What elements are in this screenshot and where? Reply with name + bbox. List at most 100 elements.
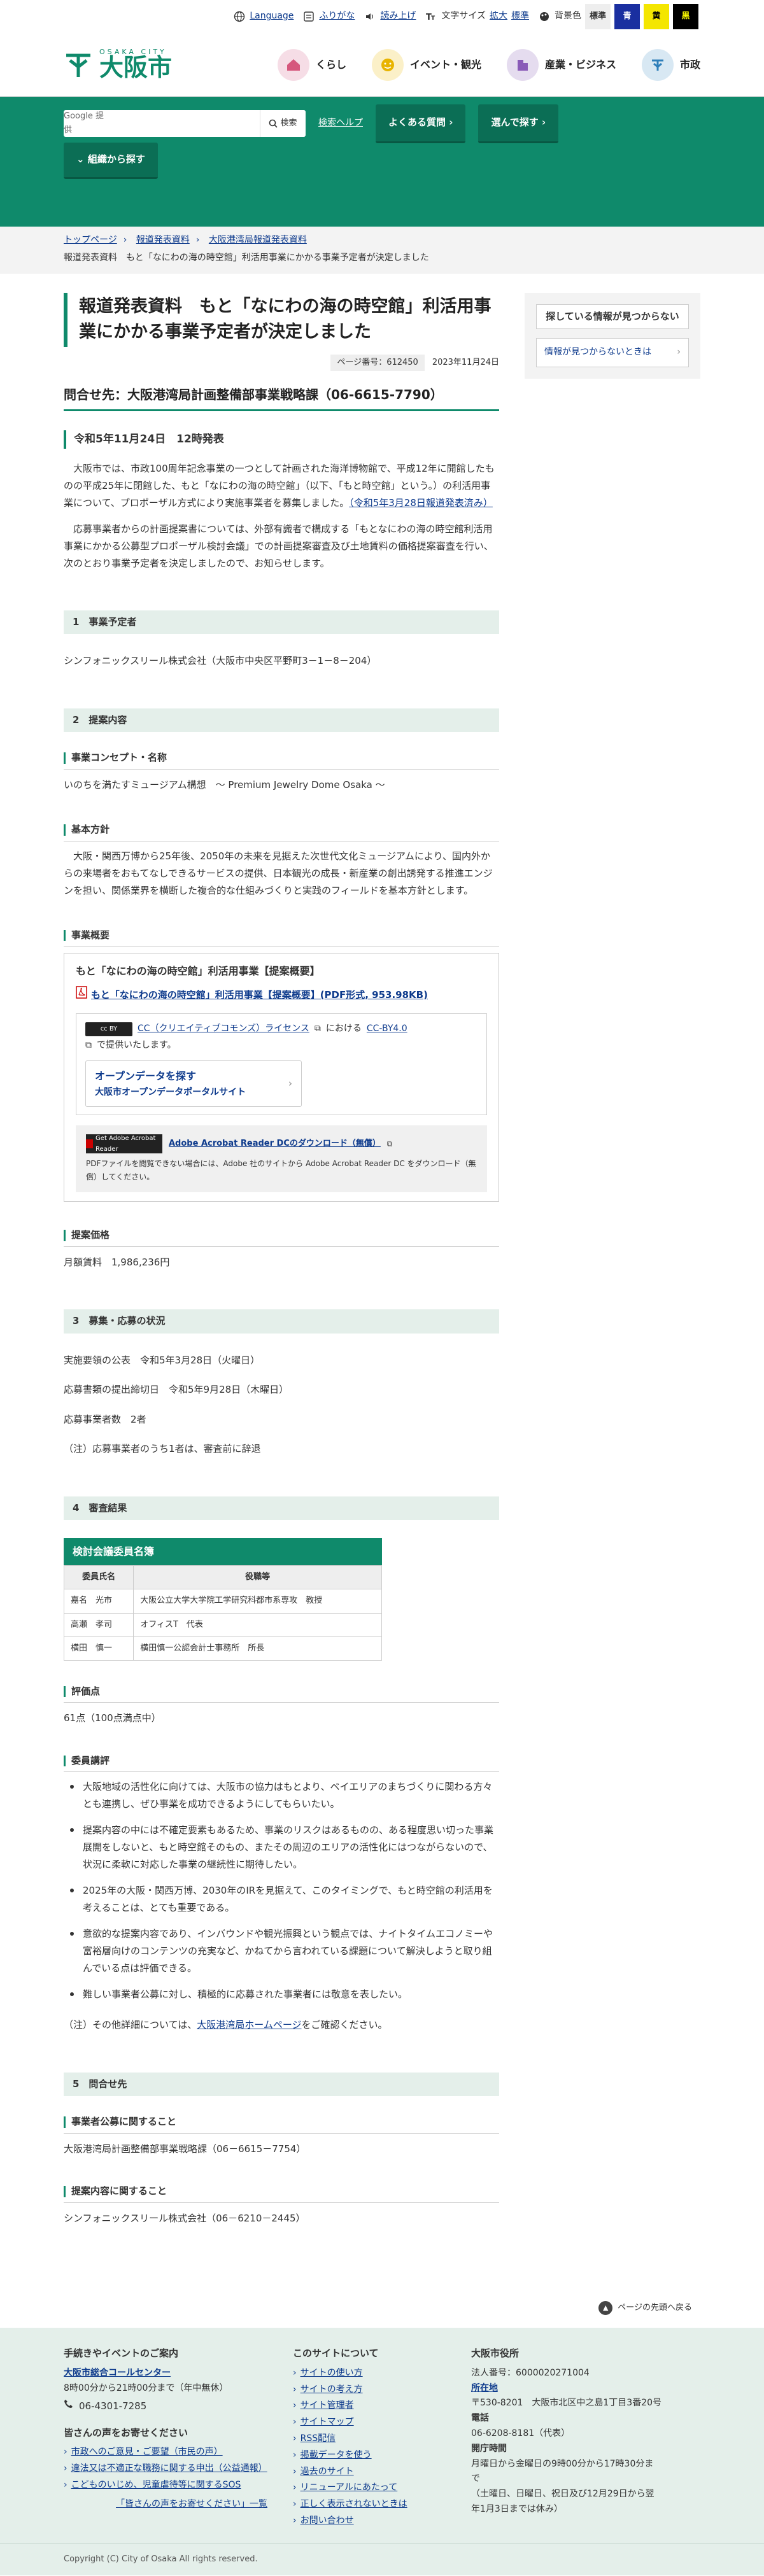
not-found-label: 情報が見つからないときは	[544, 347, 651, 358]
gnav-label: 産業・ビジネス	[544, 58, 616, 71]
about-links: サイトの使い方 サイトの考え方 サイト管理者 サイトマップ RSS配信 掲載デー…	[293, 2366, 446, 2529]
closed-days: （土曜日、日曜日、祝日及び12月29日から翌年1月3日までは休み）	[471, 2489, 654, 2514]
about-link[interactable]: サイトの使い方	[301, 2368, 363, 2378]
about-link[interactable]: 過去のサイト	[301, 2467, 354, 2477]
page-top-label: ページの先頭へ戻る	[618, 2303, 692, 2313]
list-item: サイト管理者	[293, 2398, 446, 2414]
org-search-button[interactable]: ⌄ 組織から探す	[64, 143, 158, 179]
search-help-link[interactable]: 検索ヘルプ	[318, 116, 363, 131]
footer-guide-heading: 手続きやイベントのご案内	[64, 2347, 179, 2360]
list-item: 2025年の大阪・関西万博、2030年のIRを見据えて、このタイミングで、もと時…	[64, 1882, 499, 1917]
chevron-down-icon: ⌄	[76, 153, 85, 165]
voice-heading: 皆さんの声をお寄せください	[64, 2426, 188, 2439]
list-item: 大阪地域の活性化に向けては、大阪市の協力はもとより、ベイエリアのまちづくりに関わ…	[64, 1778, 499, 1813]
section-5-heading: 5 問合せ先	[64, 2072, 499, 2097]
palette-icon	[538, 10, 551, 23]
gnav-business[interactable]: 産業・ビジネス	[506, 48, 616, 81]
location-link[interactable]: 所在地	[471, 2383, 498, 2393]
footer-col-1: 手続きやイベントのご案内 大阪市総合コールセンター 8時00分から21時00分ま…	[64, 2346, 267, 2530]
language-link[interactable]: Language	[233, 9, 294, 24]
bg-standard-button[interactable]: 標準	[585, 4, 611, 29]
voice-link[interactable]: こどものいじめ、児童虐待等に関するSOS	[71, 2480, 241, 2490]
footer-col-3: 大阪市役所 法人番号：6000020271004 所在地 〒530-8201 大…	[471, 2346, 662, 2530]
open-data-button[interactable]: オープンデータを探す 大阪市オープンデータポータルサイト ›	[85, 1060, 302, 1108]
text-size-expand[interactable]: 拡大	[490, 9, 507, 24]
arrow-up-icon: ▲	[598, 2301, 613, 2316]
gnav-event[interactable]: イベント・観光	[371, 48, 481, 81]
port-homepage-link[interactable]: 大阪港湾局ホームページ	[197, 2019, 301, 2031]
about-heading: このサイトについて	[293, 2347, 379, 2360]
about-link[interactable]: 正しく表示されないときは	[301, 2499, 407, 2509]
note-pre: （注）その他詳細については、	[64, 2019, 197, 2031]
furigana-link[interactable]: ふりがな	[302, 9, 355, 24]
section-2-heading: 2 提案内容	[64, 708, 499, 733]
committee-table-block: 検討会議委員名簿 委員氏名 役職等 嘉名 光市 大阪公立大学大学院工学研究科都市系専…	[63, 1538, 382, 1661]
proposal-pdf-link[interactable]: もと「なにわの海の時空館」利活用事業【提案概要】(PDF形式, 953.98KB…	[91, 987, 428, 1004]
faq-button[interactable]: よくある質問 ›	[376, 104, 466, 143]
list-item: リニューアルにあたって	[293, 2481, 446, 2496]
status-line-3: 応募事業者数 2者	[64, 1413, 146, 1425]
site-logo[interactable]: OSAKA CITY 大阪市	[64, 48, 172, 81]
about-link[interactable]: サイト管理者	[301, 2400, 354, 2411]
cc-tail-text: で提供いたします。	[97, 1039, 176, 1050]
list-item: お問い合わせ	[293, 2514, 446, 2529]
status-line-2: 応募書類の提出締切日 令和5年9月28日（木曜日）	[64, 1384, 289, 1396]
furigana-label[interactable]: ふりがな	[319, 9, 355, 24]
search-input[interactable]	[108, 110, 260, 137]
policy-text: 大阪・関西万博から25年後、2050年の未来を見据えた次世代文化ミュージアムによ…	[64, 850, 493, 896]
about-link[interactable]: RSS配信	[301, 2433, 336, 2444]
logo-text: OSAKA CITY 大阪市	[99, 48, 172, 81]
text-size-standard[interactable]: 標準	[511, 9, 529, 24]
house-icon	[277, 48, 309, 81]
phone-number: 06-4301-7285	[79, 2400, 147, 2412]
page-title: 報道発表資料 もと「なにわの海の時空館」利活用事業にかかる事業予定者が決定しまし…	[64, 292, 499, 347]
cc-license-link[interactable]: CC（クリエイティブコモンズ）ライセンス	[138, 1022, 309, 1037]
about-link[interactable]: サイトマップ	[301, 2417, 354, 2427]
table-row: 嘉名 光市 大阪公立大学大学院工学研究科都市系専攻 教授	[63, 1589, 382, 1614]
gnav-label: 市政	[679, 58, 700, 71]
site-search: Google 提供 検索	[64, 110, 306, 137]
bg-black-button[interactable]: 黒	[673, 4, 698, 29]
logo-name: 大阪市	[99, 53, 173, 81]
page-top-link[interactable]: ▲ ページの先頭へ戻る	[0, 2231, 764, 2328]
bg-yellow-button[interactable]: 黄	[644, 4, 669, 29]
contact2-text: シンフォニックスリール株式会社（06－6210－2445）	[64, 2212, 306, 2224]
breadcrumb-port[interactable]: 大阪港湾局報道発表資料	[209, 235, 307, 245]
sidebar: 探している情報が見つからない 情報が見つからないときは ›	[525, 292, 700, 2232]
breadcrumb-sep: ›	[123, 235, 127, 245]
yomiage-link[interactable]: 読み上げ	[364, 9, 416, 24]
call-center-link[interactable]: 大阪市総合コールセンター	[64, 2368, 171, 2378]
select-search-button[interactable]: 選んで探す ›	[478, 104, 559, 143]
committee-title: 検討会議委員名簿	[64, 1538, 382, 1566]
not-found-button[interactable]: 情報が見つからないときは ›	[536, 338, 689, 367]
voice-all-link[interactable]: 「皆さんの声をお寄せください」一覧	[64, 2497, 267, 2512]
bg-blue-button[interactable]: 青	[614, 4, 640, 29]
breadcrumb-press[interactable]: 報道発表資料	[136, 235, 190, 245]
chevron-right-icon: ›	[449, 116, 453, 128]
prior-release-link[interactable]: （令和5年3月28日報道発表済み）	[349, 497, 493, 509]
about-link[interactable]: お問い合わせ	[301, 2516, 354, 2526]
voice-link[interactable]: 違法又は不適正な職務に関する申出（公益通報）	[71, 2463, 267, 2474]
about-link[interactable]: サイトの考え方	[301, 2384, 363, 2395]
global-nav: くらし イベント・観光 産業・ビジネス 市政	[277, 48, 700, 81]
adobe-reader-logo-icon[interactable]: Get Adobe Acrobat Reader	[86, 1134, 162, 1154]
detail-note: （注）その他詳細については、大阪港湾局ホームページをご確認ください。	[64, 2016, 499, 2034]
search-button[interactable]: 検索	[260, 110, 306, 137]
breadcrumb-top[interactable]: トップページ	[64, 235, 117, 245]
voice-link[interactable]: 市政へのご意見・ご要望（市民の声）	[71, 2447, 223, 2457]
language-label[interactable]: Language	[250, 9, 294, 24]
adobe-note: PDFファイルを閲覧できない場合には、Adobe 社のサイトから Adobe A…	[86, 1159, 476, 1181]
open-data-title: オープンデータを探す	[95, 1070, 197, 1083]
yomiage-label[interactable]: 読み上げ	[380, 9, 416, 24]
about-link[interactable]: 掲載データを使う	[301, 2450, 372, 2460]
concept-heading: 事業コンセプト・名称	[64, 750, 499, 770]
member-role: オフィスT 代表	[133, 1612, 382, 1637]
section-3-heading: 3 募集・応募の状況	[64, 1309, 499, 1334]
adobe-download-link[interactable]: Adobe Acrobat Reader DCのダウンロード（無償）	[169, 1137, 381, 1151]
about-link[interactable]: リニューアルにあたって	[301, 2482, 398, 2493]
gnav-kurashi[interactable]: くらし	[277, 48, 346, 81]
gnav-shisei[interactable]: 市政	[641, 48, 700, 81]
cc-by-link[interactable]: CC-BY4.0	[367, 1022, 407, 1037]
site-footer: 手続きやイベントのご案内 大阪市総合コールセンター 8時00分から21時00分ま…	[0, 2328, 764, 2543]
list-item: RSS配信	[293, 2432, 446, 2447]
